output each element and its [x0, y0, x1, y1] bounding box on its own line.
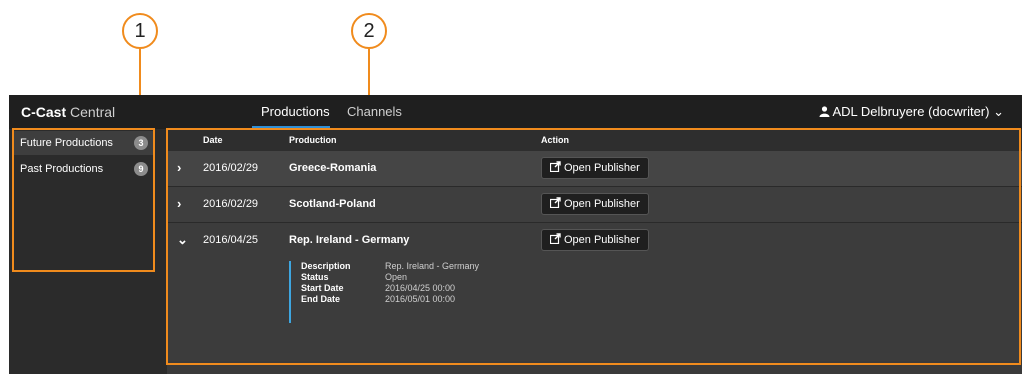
tab-productions[interactable]: Productions: [261, 104, 330, 119]
tab-channels[interactable]: Channels: [347, 104, 402, 119]
highlight-frame-1: [12, 128, 155, 272]
callout-1: 1: [122, 13, 158, 49]
user-label: ADL Delbruyere (docwriter): [832, 104, 990, 119]
highlight-frame-2: [166, 128, 1021, 365]
chevron-down-icon: ⌄: [993, 104, 1004, 119]
callout-2: 2: [351, 13, 387, 49]
brand-light: Central: [70, 104, 116, 120]
top-navbar: C-Cast Central Productions Channels ADL …: [9, 95, 1022, 129]
user-icon: [819, 104, 833, 119]
user-menu[interactable]: ADL Delbruyere (docwriter) ⌄: [819, 104, 1004, 120]
brand-bold: C-Cast: [21, 104, 67, 120]
brand-logo[interactable]: C-Cast Central: [21, 104, 115, 120]
